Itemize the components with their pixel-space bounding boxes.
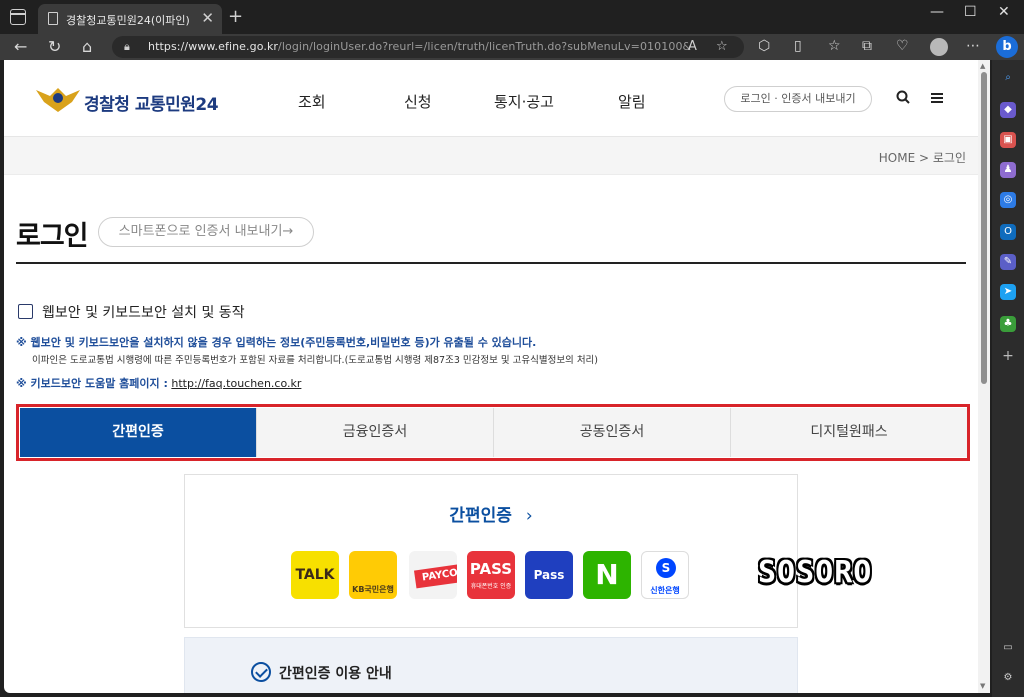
site-logo-text[interactable]: 경찰청 교통민원24 <box>84 90 219 115</box>
keyboard-help: ※ 키보드보안 도움말 홈페이지 : http://faq.touchen.co… <box>16 375 301 391</box>
tab-actions-icon[interactable] <box>10 9 26 25</box>
favorite-icon[interactable]: ☆ <box>716 39 728 54</box>
read-aloud-icon[interactable]: A <box>688 39 697 54</box>
tree-icon[interactable]: ♣ <box>1000 316 1016 332</box>
login-export-button[interactable]: 로그인 · 인증서 내보내기 <box>724 86 872 112</box>
tab-joint-cert[interactable]: 공동인증서 <box>494 408 731 457</box>
refresh-icon[interactable]: ↻ <box>48 37 61 56</box>
address-toolbar: ← ↻ ⌂ 🔒︎ https://www.efine.go.kr/login/l… <box>0 34 1024 60</box>
scroll-up-icon[interactable]: ▲ <box>980 62 985 70</box>
close-tab-icon[interactable]: ✕ <box>201 9 214 27</box>
hamburger-menu-icon[interactable] <box>931 93 943 103</box>
tab-simple-auth[interactable]: 간편인증 <box>20 408 257 457</box>
shinhan-label: 신한은행 <box>650 586 680 595</box>
search-icon[interactable] <box>896 90 910 104</box>
telegram-icon[interactable]: ➤ <box>1000 284 1016 300</box>
check-circle-icon <box>251 662 271 682</box>
simple-auth-guide: 간편인증 이용 안내 <box>184 637 798 693</box>
naver-icon[interactable]: N <box>583 551 631 599</box>
nav-notice[interactable]: 통지·공고 <box>494 91 554 112</box>
edge-sidebar: ⌕ ◆ ▣ ♟ ◎ O ✎ ➤ ♣ + ▭ ⚙ <box>992 60 1024 697</box>
chevron-right-icon: › <box>525 506 533 526</box>
browser-essentials-icon[interactable]: ♡ <box>896 38 909 54</box>
tab-title: 경찰청교통민원24(이파인) <box>66 14 190 27</box>
add-sidebar-icon[interactable]: + <box>1000 348 1016 364</box>
profile-icon[interactable] <box>930 38 948 56</box>
nav-alerts[interactable]: 알림 <box>618 91 646 112</box>
page-viewport: 경찰청 교통민원24 조회 신청 통지·공고 알림 로그인 · 인증서 내보내기… <box>4 60 978 693</box>
simple-auth-title-text: 간편인증 <box>449 506 512 526</box>
tab-financial-cert[interactable]: 금융인증서 <box>257 408 494 457</box>
help-link[interactable]: http://faq.touchen.co.kr <box>171 377 301 390</box>
kb-label: KB국민은행 <box>352 585 394 594</box>
settings-gear-icon[interactable]: ⚙ <box>1000 670 1016 686</box>
search-sidebar-icon[interactable]: ⌕ <box>1000 70 1016 86</box>
payco-label: PAYCO <box>413 563 457 589</box>
simple-auth-card: 간편인증 › TALK KB국민은행 PAYCO PASS 휴대폰번호 인증 Pa… <box>184 474 798 628</box>
breadcrumb-band: HOME > 로그인 <box>4 137 978 175</box>
tab-digital-onepass[interactable]: 디지털원패스 <box>731 408 967 457</box>
security-checkbox[interactable] <box>18 304 33 319</box>
split-screen-icon[interactable]: ▯ <box>794 38 802 54</box>
extensions-icon[interactable]: ⬡ <box>758 38 770 54</box>
browser-tabbar: 경찰청교통민원24(이파인) ✕ + — ☐ ✕ <box>0 0 1024 34</box>
page-title: 로그인 <box>16 221 89 252</box>
simple-auth-title[interactable]: 간편인증 › <box>185 501 797 526</box>
smartphone-export-button[interactable]: 스마트폰으로 인증서 내보내기→ <box>98 217 314 247</box>
sidebar-layout-icon[interactable]: ▭ <box>1000 640 1016 656</box>
naver-label: N <box>595 558 619 591</box>
close-window-icon[interactable]: ✕ <box>998 4 1010 20</box>
pass-icon[interactable]: PASS 휴대폰번호 인증 <box>467 551 515 599</box>
shinhan-s-icon: S <box>656 558 676 578</box>
maximize-icon[interactable]: ☐ <box>964 4 977 20</box>
home-icon[interactable]: ⌂ <box>82 37 92 56</box>
lock-icon[interactable]: 🔒︎ <box>124 40 130 54</box>
kb-bank-icon[interactable]: KB국민은행 <box>349 551 397 599</box>
collections-icon[interactable]: ⧉ <box>862 38 872 54</box>
help-label: ※ 키보드보안 도움말 홈페이지 : <box>16 377 168 390</box>
scroll-down-icon[interactable]: ▼ <box>980 682 985 690</box>
shopping-icon[interactable]: ◆ <box>1000 102 1016 118</box>
microsoft365-icon[interactable]: ◎ <box>1000 192 1016 208</box>
address-bar[interactable]: 🔒︎ https://www.efine.go.kr/login/loginUs… <box>112 36 744 58</box>
minimize-icon[interactable]: — <box>930 4 944 20</box>
tools-icon[interactable]: ▣ <box>1000 132 1016 148</box>
shinhan-bank-icon[interactable]: S 신한은행 <box>641 551 689 599</box>
page-icon <box>48 12 58 25</box>
breadcrumb[interactable]: HOME > 로그인 <box>879 149 966 166</box>
favorites-bar-icon[interactable]: ☆ <box>828 38 841 54</box>
samsung-pass-icon[interactable]: Pass <box>525 551 573 599</box>
url-text: https://www.efine.go.kr/login/loginUser.… <box>148 40 692 53</box>
security-warning: ※ 웹보안 및 키보드보안을 설치하지 않을 경우 입력하는 정보(주민등록번호… <box>16 336 537 349</box>
games-icon[interactable]: ♟ <box>1000 162 1016 178</box>
pass-subtext: 휴대폰번호 인증 <box>470 583 512 590</box>
pass-label: PASS <box>469 560 513 578</box>
browser-tab[interactable]: 경찰청교통민원24(이파인) ✕ <box>38 4 222 34</box>
new-tab-icon[interactable]: + <box>228 6 243 27</box>
watermark-text: SOSORO <box>758 555 873 590</box>
police-emblem-icon[interactable] <box>36 86 80 112</box>
privacy-notice: 이파인은 도로교통법 시행령에 따른 주민등록번호가 포함된 자료를 처리합니다… <box>32 355 599 366</box>
title-divider <box>16 262 966 264</box>
nav-application[interactable]: 신청 <box>404 91 432 112</box>
copilot-icon[interactable]: b <box>996 36 1018 58</box>
scroll-thumb[interactable] <box>981 72 987 384</box>
guide-title[interactable]: 간편인증 이용 안내 <box>279 663 392 683</box>
outlook-icon[interactable]: O <box>1000 224 1016 240</box>
payco-icon[interactable]: PAYCO <box>409 551 457 599</box>
nav-inquiry[interactable]: 조회 <box>298 91 326 112</box>
security-checkbox-label[interactable]: 웹보안 및 키보드보안 설치 및 동작 <box>42 302 245 322</box>
designer-icon[interactable]: ✎ <box>1000 254 1016 270</box>
more-icon[interactable]: ⋯ <box>966 38 980 54</box>
site-header: 경찰청 교통민원24 조회 신청 통지·공고 알림 로그인 · 인증서 내보내기 <box>4 60 978 137</box>
kakao-label: TALK <box>295 567 335 583</box>
back-icon[interactable]: ← <box>14 37 27 56</box>
page-scrollbar[interactable]: ▲ ▼ <box>978 60 990 693</box>
samsung-pass-label: Pass <box>533 568 565 582</box>
auth-tabs: 간편인증 금융인증서 공동인증서 디지털원패스 <box>16 404 970 461</box>
kakao-talk-icon[interactable]: TALK <box>291 551 339 599</box>
